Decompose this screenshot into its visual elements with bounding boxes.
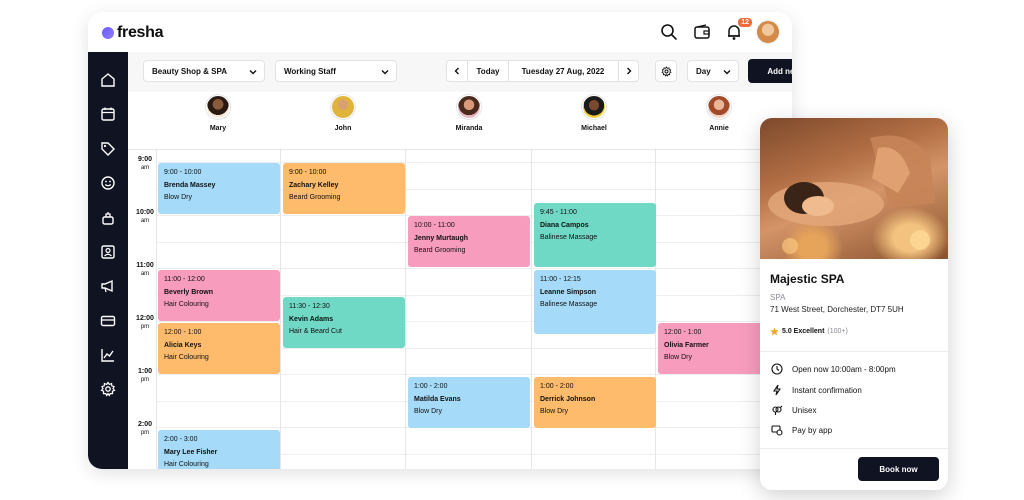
current-date-label[interactable]: Tuesday 27 Aug, 2022	[509, 61, 617, 81]
staff-avatar	[582, 95, 606, 119]
feature-pay-by-app: Pay by app	[770, 423, 832, 437]
appointment-card[interactable]: 11:00 - 12:00 Beverly Brown Hair Colouri…	[158, 270, 280, 321]
user-avatar[interactable]	[756, 20, 780, 44]
product-bottle-icon[interactable]	[99, 209, 117, 227]
chevron-right-icon	[626, 67, 631, 75]
calendar-toolbar: Beauty Shop & SPA Working Staff Today Tu…	[128, 52, 792, 92]
venue-address: 71 West Street, Dorchester, DT7 5UH	[770, 305, 904, 314]
staff-name: Annie	[709, 125, 729, 132]
date-navigator: Today Tuesday 27 Aug, 2022	[446, 60, 639, 82]
logo-text: fresha	[117, 24, 164, 41]
view-mode-label: Day	[696, 66, 711, 76]
time-label: 2:00 pm	[137, 421, 152, 436]
smiley-icon[interactable]	[99, 174, 117, 192]
logo-dot-icon	[102, 27, 114, 39]
calendar-app-window: fresha 12 Beauty Shop & SPA Working Staf…	[88, 12, 792, 469]
bell-icon[interactable]: 12	[724, 18, 752, 42]
appointment-card[interactable]: 11:00 - 12:15 Leanne Simpson Balinese Ma…	[534, 270, 656, 334]
appointment-card[interactable]: 10:00 - 11:00 Jenny Murtaugh Beard Groom…	[408, 216, 530, 267]
staff-column-header[interactable]: Annie	[679, 95, 759, 132]
staff-column-header[interactable]: Miranda	[429, 95, 509, 132]
chevron-left-icon	[454, 67, 459, 75]
staff-name: Michael	[581, 125, 607, 132]
feature-unisex: Unisex	[770, 403, 816, 417]
gear-icon	[660, 65, 672, 77]
staff-filter-label: Working Staff	[284, 66, 336, 76]
staff-column-header[interactable]: Mary	[178, 95, 258, 132]
gender-icon	[770, 403, 784, 417]
notification-badge: 12	[738, 18, 752, 27]
venue-photo	[760, 118, 948, 259]
previous-day-button[interactable]	[447, 61, 467, 81]
appointment-card[interactable]: 2:00 - 3:00 Mary Lee Fisher Hair Colouri…	[158, 430, 280, 469]
time-label: 11:00 am	[136, 262, 154, 277]
appointment-card[interactable]: 9:00 - 10:00 Zachary Kelley Beard Groomi…	[283, 163, 405, 214]
staff-avatar	[206, 95, 230, 119]
time-label: 9:00 am	[137, 156, 152, 171]
appointment-card[interactable]: 9:00 - 10:00 Brenda Massey Blow Dry	[158, 163, 280, 214]
time-label: 10:00 am	[136, 209, 154, 224]
rating-score: 5.0 Excellent	[782, 328, 825, 335]
feature-opening-hours: Open now 10:00am - 8:00pm	[770, 362, 896, 376]
calendar-settings-button[interactable]	[655, 60, 677, 82]
settings-gear-icon[interactable]	[99, 380, 117, 398]
appointment-card[interactable]: 12:00 - 1:00 Alicia Keys Hair Colouring	[158, 323, 280, 374]
venue-name: Majestic SPA	[770, 272, 845, 286]
star-icon	[770, 327, 779, 336]
venue-category: SPA	[770, 293, 786, 302]
tag-icon[interactable]	[99, 140, 117, 158]
view-mode-dropdown[interactable]: Day	[687, 60, 739, 82]
day-schedule-grid: 9:00 am 10:00 am 11:00 am 12:00 pm 1:00 pm 2:…	[128, 150, 792, 469]
venue-card: Majestic SPA SPA 71 West Street, Dorches…	[760, 118, 948, 490]
feature-instant-confirmation: Instant confirmation	[770, 383, 862, 397]
staff-name: John	[334, 125, 352, 132]
home-icon[interactable]	[99, 71, 117, 89]
top-bar: fresha 12	[88, 12, 792, 52]
book-now-button[interactable]: Book now	[858, 457, 939, 481]
staff-avatar	[707, 95, 731, 119]
time-label: 12:00 pm	[136, 315, 154, 330]
wallet-icon[interactable]	[692, 22, 712, 42]
chevron-down-icon	[249, 70, 257, 75]
payment-icon	[770, 423, 784, 437]
search-icon[interactable]	[659, 22, 679, 42]
appointment-card[interactable]: 9:45 - 11:00 Diana Campos Balinese Massa…	[534, 203, 656, 267]
next-day-button[interactable]	[619, 61, 638, 81]
client-profile-icon[interactable]	[99, 243, 117, 261]
staff-filter-dropdown[interactable]: Working Staff	[275, 60, 397, 82]
staff-column-header[interactable]: John	[303, 95, 383, 132]
staff-header-row: Mary John Miranda Michael Annie	[128, 92, 792, 150]
staff-column-header[interactable]: Michael	[554, 95, 634, 132]
staff-avatar	[331, 95, 355, 119]
appointment-card[interactable]: 1:00 - 2:00 Matilda Evans Blow Dry	[408, 377, 530, 428]
appointment-card[interactable]: 1:00 - 2:00 Derrick Johnson Blow Dry	[534, 377, 656, 428]
review-count: (100+)	[827, 328, 848, 335]
sidebar	[88, 52, 128, 469]
staff-name: Mary	[209, 125, 227, 132]
analytics-icon[interactable]	[99, 346, 117, 364]
payment-card-icon[interactable]	[99, 312, 117, 330]
appointment-card[interactable]: 11:30 - 12:30 Kevin Adams Hair & Beard C…	[283, 297, 405, 348]
lightning-icon	[770, 383, 784, 397]
today-button[interactable]: Today	[468, 61, 508, 81]
venue-rating[interactable]: 5.0 Excellent (100+)	[770, 327, 848, 336]
location-dropdown[interactable]: Beauty Shop & SPA	[143, 60, 265, 82]
time-label: 1:00 pm	[137, 368, 152, 383]
calendar-icon[interactable]	[99, 105, 117, 123]
clock-icon	[770, 362, 784, 376]
megaphone-icon[interactable]	[99, 277, 117, 295]
location-dropdown-label: Beauty Shop & SPA	[152, 66, 227, 76]
chevron-down-icon	[381, 70, 389, 75]
staff-name: Miranda	[455, 125, 483, 132]
chevron-down-icon	[723, 70, 731, 75]
staff-avatar	[457, 95, 481, 119]
add-new-button[interactable]: Add new	[748, 59, 792, 83]
fresha-logo[interactable]: fresha	[102, 24, 164, 42]
